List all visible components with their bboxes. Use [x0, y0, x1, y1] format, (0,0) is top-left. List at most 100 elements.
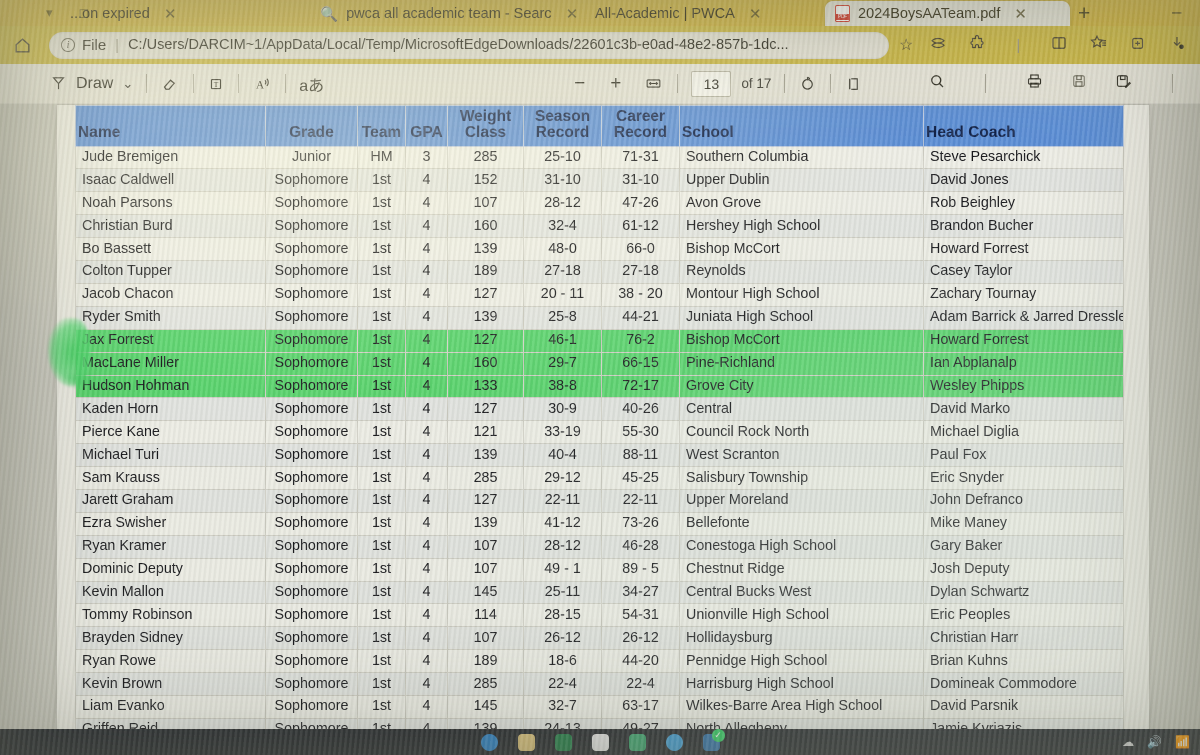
table-row[interactable]: Ryder Smith Sophomore 1st 4 139 25-8 44-21 Juni… — [75, 305, 1124, 330]
split-screen-icon[interactable] — [1050, 34, 1068, 57]
page-view-icon[interactable] — [844, 75, 863, 93]
col-header-career-record[interactable]: Career Record — [601, 105, 680, 147]
browser-tab-3-close-icon[interactable]: ✕ — [1014, 5, 1027, 23]
rotate-icon[interactable] — [798, 74, 817, 93]
browser-tab-0[interactable]: ...on expired ✕ — [60, 2, 300, 26]
table-row[interactable]: Pierce Kane Sophomore 1st 4 121 33-19 55-30 Cou… — [75, 420, 1124, 445]
table-row[interactable]: Dominic Deputy Sophomore 1st 4 107 49 - 1 89 -… — [75, 557, 1124, 582]
cell-coach: Josh Deputy — [923, 557, 1124, 582]
col-header-season-record[interactable]: Season Record — [523, 105, 602, 147]
url-bar[interactable]: i File | C:/Users/DARCIM~1/AppData/Local… — [49, 31, 889, 59]
table-row[interactable]: Isaac Caldwell Sophomore 1st 4 152 31-10 31-10… — [75, 168, 1124, 193]
table-row[interactable]: Kevin Brown Sophomore 1st 4 285 22-4 22-4 Harri… — [75, 672, 1124, 696]
print-icon[interactable] — [1025, 72, 1044, 95]
browser-tab-3-active[interactable]: 2024BoysAATeam.pdf ✕ — [825, 1, 1070, 26]
table-row[interactable]: Kevin Mallon Sophomore 1st 4 145 25-11 34-27 Ce… — [75, 580, 1124, 605]
col-header-head-coach[interactable]: Head Coach — [923, 105, 1124, 147]
read-aloud-icon[interactable]: A — [252, 75, 272, 93]
pdf-page-13[interactable]: Name Grade Team GPA Weight Class Season … — [57, 105, 1149, 748]
file-explorer-icon[interactable] — [517, 733, 535, 751]
save-as-icon[interactable] — [1114, 72, 1133, 95]
browser-tab-0-close-icon[interactable]: ✕ — [164, 5, 177, 23]
zoom-in-button[interactable]: + — [610, 73, 621, 95]
cell-grade: Sophomore — [265, 557, 358, 582]
table-row[interactable]: MacLane Miller Sophomore 1st 4 160 29-7 66-15 P… — [75, 351, 1124, 376]
table-row[interactable]: Liam Evanko Sophomore 1st 4 145 32-7 63-17 Wilk… — [75, 694, 1124, 719]
collections-icon[interactable] — [1129, 34, 1147, 57]
window-minimize-button[interactable]: – — [1172, 2, 1181, 22]
draw-tool-group[interactable]: Draw ⌄ — [50, 75, 133, 93]
cell-grade: Sophomore — [265, 511, 358, 536]
table-body: Jude Bremigen Junior HM 3 285 25-10 71-31 South… — [75, 145, 1124, 748]
excel-icon[interactable] — [554, 733, 572, 751]
col-header-name[interactable]: Name — [75, 105, 266, 147]
cell-team: 1st — [357, 511, 406, 536]
cell-season: 22-4 — [523, 672, 602, 696]
table-row[interactable]: Jax Forrest Sophomore 1st 4 127 46-1 76-2 Bisho… — [75, 328, 1124, 353]
col-header-gpa[interactable]: GPA — [405, 105, 448, 147]
home-icon[interactable] — [7, 36, 37, 55]
text-box-icon[interactable]: T — [207, 75, 225, 93]
table-row[interactable]: Christian Burd Sophomore 1st 4 160 32-4 61-12 H… — [75, 214, 1124, 239]
copilot-icon[interactable] — [929, 34, 947, 57]
cell-grade: Sophomore — [265, 374, 358, 399]
table-row[interactable]: Jacob Chacon Sophomore 1st 4 127 20 - 11 38 - … — [75, 282, 1124, 307]
sound-icon[interactable]: 🔊 — [1147, 735, 1162, 749]
cell-weight: 139 — [447, 237, 524, 262]
toolbar-divider — [985, 74, 986, 93]
search-icon[interactable] — [928, 72, 946, 95]
col-header-weight-class[interactable]: Weight Class — [447, 105, 524, 147]
store-icon[interactable] — [665, 733, 683, 751]
new-tab-button[interactable]: + — [1078, 2, 1090, 26]
cell-school: Grove City — [679, 374, 924, 399]
network-icon[interactable]: 📶 — [1175, 735, 1190, 749]
browser-tab-1[interactable]: 🔍 pwca all academic team - Searc ✕ — [310, 2, 578, 26]
table-row[interactable]: Michael Turi Sophomore 1st 4 139 40-4 88-11 Wes… — [75, 443, 1124, 468]
sync-icon[interactable]: ✓ — [702, 728, 725, 751]
cell-season: 20 - 11 — [523, 282, 602, 307]
cell-career: 31-10 — [601, 168, 680, 193]
cell-gpa: 4 — [405, 443, 448, 468]
translate-icon[interactable]: aあ — [299, 72, 324, 96]
tab-search-icon[interactable]: ▾ — [46, 5, 53, 21]
favorite-star-icon[interactable]: ☆ — [899, 35, 913, 55]
edge-icon[interactable] — [480, 733, 498, 751]
chevron-down-icon[interactable]: ⌄ — [122, 76, 133, 92]
table-row[interactable]: Sam Krauss Sophomore 1st 4 285 29-12 45-25 Sali… — [75, 466, 1124, 490]
table-row[interactable]: Tommy Robinson Sophomore 1st 4 114 28-15 54-31… — [75, 603, 1124, 628]
zoom-out-button[interactable]: − — [574, 73, 585, 95]
table-row[interactable]: Kaden Horn Sophomore 1st 4 127 30-9 40-26 Centr… — [75, 397, 1124, 422]
table-row[interactable]: Hudson Hohman Sophomore 1st 4 133 38-8 72-17 Gr… — [75, 374, 1124, 399]
table-row[interactable]: Colton Tupper Sophomore 1st 4 189 27-18 27-18 R… — [75, 260, 1124, 284]
cloud-icon[interactable]: ☁ — [1122, 735, 1134, 749]
table-row[interactable]: Noah Parsons Sophomore 1st 4 107 28-12 47-26 Av… — [75, 191, 1124, 216]
table-row[interactable]: Jude Bremigen Junior HM 3 285 25-10 71-31 South… — [75, 145, 1124, 170]
cell-school: Southern Columbia — [679, 145, 924, 170]
downloads-icon[interactable] — [1168, 34, 1186, 57]
cell-coach: John Defranco — [923, 488, 1124, 513]
table-row[interactable]: Bo Bassett Sophomore 1st 4 139 48-0 66-0 Bishop… — [75, 237, 1124, 262]
table-row[interactable]: Ryan Rowe Sophomore 1st 4 189 18-6 44-20 Pennid… — [75, 649, 1124, 674]
cell-weight: 121 — [447, 420, 524, 445]
spreadsheet-icon[interactable] — [591, 733, 609, 751]
fit-to-width-icon[interactable] — [643, 75, 664, 92]
save-icon[interactable] — [1070, 72, 1088, 95]
svg-text:T: T — [214, 80, 219, 89]
cell-grade: Sophomore — [265, 237, 358, 262]
extensions-icon[interactable] — [968, 34, 986, 57]
browser-tab-2[interactable]: All-Academic | PWCA ✕ — [585, 2, 820, 26]
page-number-input[interactable]: 13 — [691, 70, 732, 97]
browser-tab-1-close-icon[interactable]: ✕ — [566, 5, 579, 23]
table-row[interactable]: Ryan Kramer Sophomore 1st 4 107 28-12 46-28 Con… — [75, 534, 1124, 559]
teams-icon[interactable] — [628, 733, 646, 751]
eraser-icon[interactable] — [160, 75, 178, 93]
browser-tab-2-close-icon[interactable]: ✕ — [749, 5, 762, 23]
table-row[interactable]: Jarett Graham Sophomore 1st 4 127 22-11 22-11 U… — [75, 488, 1124, 513]
site-info-icon[interactable]: i — [61, 38, 75, 52]
table-row[interactable]: Ezra Swisher Sophomore 1st 4 139 41-12 73-26 Be… — [75, 511, 1124, 536]
favorites-icon[interactable] — [1089, 34, 1108, 57]
col-header-school[interactable]: School — [679, 105, 924, 147]
col-header-team[interactable]: Team — [357, 105, 406, 147]
table-row[interactable]: Brayden Sidney Sophomore 1st 4 107 26-12 26-12… — [75, 626, 1124, 651]
col-header-grade[interactable]: Grade — [265, 105, 358, 147]
